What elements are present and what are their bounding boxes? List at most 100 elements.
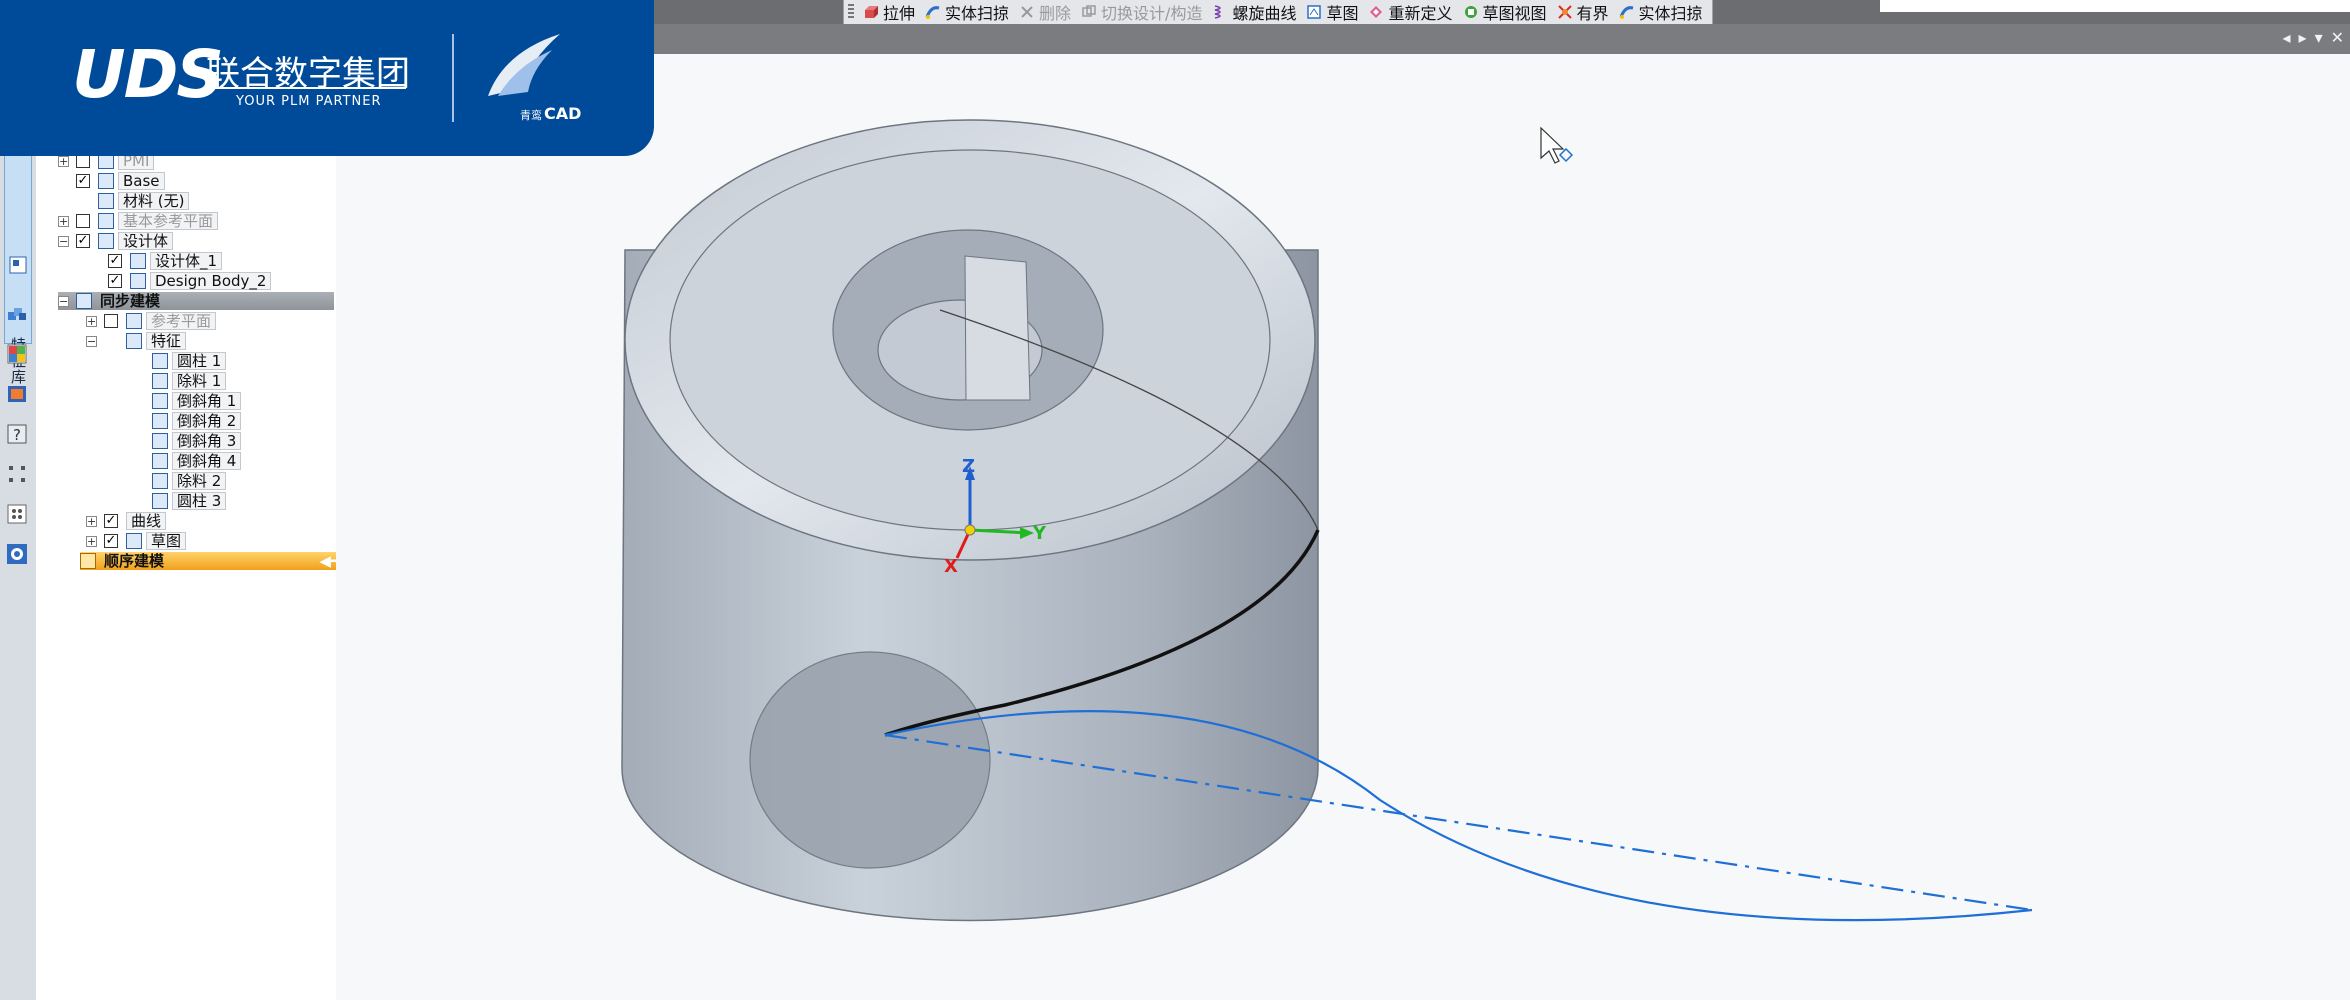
tree-node-design-bodies[interactable]: − ✓ 设计体 [58, 232, 174, 250]
sketch-view-button[interactable]: 草图视图 [1458, 0, 1552, 24]
redefine-icon [1368, 4, 1384, 20]
tree-node-feature[interactable]: 倒斜角 4 [152, 452, 242, 470]
tree-node-feature[interactable]: 倒斜角 1 [152, 392, 242, 410]
scroll-left-icon[interactable]: ◂ [2283, 28, 2291, 47]
dropdown-icon[interactable]: ▾ [2315, 28, 2323, 47]
delete-button[interactable]: 删除 [1014, 0, 1076, 24]
color-manager-icon[interactable] [5, 342, 29, 366]
logo-underline [206, 87, 406, 89]
product-prefix: 青鸾 [520, 109, 542, 122]
solid-sweep-button[interactable]: 实体扫掠 [920, 0, 1014, 24]
help-icon[interactable]: ? [5, 422, 29, 446]
tree-node-synchronous-modeling[interactable]: − 同步建模 [58, 292, 334, 310]
feature-label: 倒斜角 3 [172, 432, 242, 450]
extrude-label: 拉伸 [883, 4, 916, 23]
expand-toggle[interactable]: + [86, 315, 97, 327]
toolbar-grip[interactable] [848, 4, 854, 20]
tree-node-feature[interactable]: 除料 1 [152, 372, 227, 390]
chamfer-icon [152, 393, 168, 409]
tree-node-base-ref-planes[interactable]: + 基本参考平面 [58, 212, 219, 230]
design-body-group-icon [98, 233, 114, 249]
expand-toggle[interactable]: + [58, 155, 69, 167]
graphics-viewport[interactable]: Z Y X [336, 54, 2350, 1000]
ref-plane-icon [98, 213, 114, 229]
visibility-checkbox[interactable] [76, 214, 90, 228]
left-dock-rail: 特征库 ? [0, 54, 37, 1000]
expand-toggle[interactable]: + [86, 535, 97, 547]
uds-logo: UDS [72, 36, 224, 113]
material-label: 材料 (无) [118, 192, 190, 210]
display-icon[interactable] [5, 382, 29, 406]
tree-node-feature[interactable]: 圆柱 1 [152, 352, 227, 370]
ref-plane-label: 参考平面 [146, 312, 217, 330]
design-bodies-label: 设计体 [118, 232, 174, 250]
visibility-checkbox[interactable]: ✓ [76, 234, 90, 248]
mouse-cursor [1540, 126, 1574, 164]
design-body-2-label: Design Body_2 [150, 272, 272, 290]
product-name: 青鸾 CAD [520, 104, 581, 123]
visibility-checkbox[interactable]: ✓ [108, 274, 122, 288]
toggle-design-construction-button[interactable]: 切换设计/构造 [1076, 0, 1207, 24]
tree-node-design-body-2[interactable]: ✓ Design Body_2 [108, 272, 272, 290]
tree-node-material[interactable]: 材料 (无) [98, 192, 190, 210]
collapse-toggle[interactable]: − [58, 295, 69, 307]
delete-icon [1019, 4, 1035, 20]
cylinder-icon [152, 353, 168, 369]
synchronous-modeling-label: 同步建模 [100, 292, 161, 310]
chamfer-icon [152, 453, 168, 469]
bounded-button[interactable]: 有界 [1552, 0, 1614, 24]
extrude-button[interactable]: 拉伸 [858, 0, 920, 24]
feature-label: 除料 2 [172, 472, 227, 490]
tree-node-base[interactable]: ✓ Base [76, 172, 165, 190]
solid-sweep-button-2[interactable]: 实体扫掠 [1614, 0, 1708, 24]
tree-node-curves[interactable]: + ✓ 曲线 [86, 512, 167, 530]
redefine-button[interactable]: 重新定义 [1363, 0, 1457, 24]
close-icon[interactable]: ✕ [2331, 28, 2344, 47]
sketch-label: 草图 [1326, 4, 1359, 23]
layers-icon[interactable] [5, 302, 29, 326]
sketch-icon [126, 533, 142, 549]
collapse-toggle[interactable]: − [86, 335, 97, 347]
sketch-button[interactable]: 草图 [1301, 0, 1363, 24]
chamfer-icon [152, 413, 168, 429]
visibility-checkbox[interactable]: ✓ [104, 534, 118, 548]
grid-icon[interactable] [5, 502, 29, 526]
snap-points-icon[interactable] [5, 462, 29, 486]
tree-node-feature[interactable]: 倒斜角 3 [152, 432, 242, 450]
helix-curve-button[interactable]: 螺旋曲线 [1207, 0, 1301, 24]
tree-node-ordered-modeling[interactable]: 顺序建模 ◀━ [80, 552, 346, 570]
visibility-checkbox[interactable] [104, 314, 118, 328]
cutout-icon [152, 473, 168, 489]
tree-node-sketch[interactable]: + ✓ 草图 [86, 532, 187, 550]
helix-curve-label: 螺旋曲线 [1232, 4, 1297, 23]
visibility-checkbox[interactable]: ✓ [108, 254, 122, 268]
visibility-checkbox[interactable]: ✓ [104, 514, 118, 528]
feature-label: 倒斜角 4 [172, 452, 242, 470]
design-body-icon [130, 253, 146, 269]
tree-node-design-body-1[interactable]: ✓ 设计体_1 [108, 252, 223, 270]
collapse-toggle[interactable]: − [58, 235, 69, 247]
base-label: Base [118, 172, 165, 190]
feature-tree: + PMI ✓ Base 材料 (无) + 基本参考平面 − ✓ 设计体 ✓ 设… [36, 54, 346, 1000]
sketch-icon [1306, 4, 1322, 20]
visibility-checkbox[interactable]: ✓ [76, 174, 90, 188]
design-body-1-label: 设计体_1 [150, 252, 223, 270]
command-toolbar: 拉伸 实体扫掠 删除 切换设计/构造 螺旋曲线 草图 重新定义 草图视图 有界 … [843, 0, 1713, 25]
tree-node-ref-plane[interactable]: + 参考平面 [86, 312, 217, 330]
sketch-view-icon [1463, 4, 1479, 20]
toggle-design-label: 切换设计/构造 [1101, 4, 1203, 23]
tree-node-feature[interactable]: 倒斜角 2 [152, 412, 242, 430]
view-settings-icon[interactable] [5, 542, 29, 566]
tree-node-features[interactable]: − 特征 [86, 332, 187, 350]
scroll-right-icon[interactable]: ▸ [2299, 28, 2307, 47]
feature-label: 除料 1 [172, 372, 227, 390]
expand-toggle[interactable]: + [86, 515, 97, 527]
tree-node-feature[interactable]: 除料 2 [152, 472, 227, 490]
visibility-checkbox[interactable] [76, 154, 90, 168]
expand-toggle[interactable]: + [58, 215, 69, 227]
tree-node-feature[interactable]: 圆柱 3 [152, 492, 227, 510]
triad-x-label: X [944, 556, 958, 577]
features-label: 特征 [146, 332, 187, 350]
base-ref-planes-label: 基本参考平面 [118, 212, 219, 230]
toggle-design-icon [1081, 4, 1097, 20]
